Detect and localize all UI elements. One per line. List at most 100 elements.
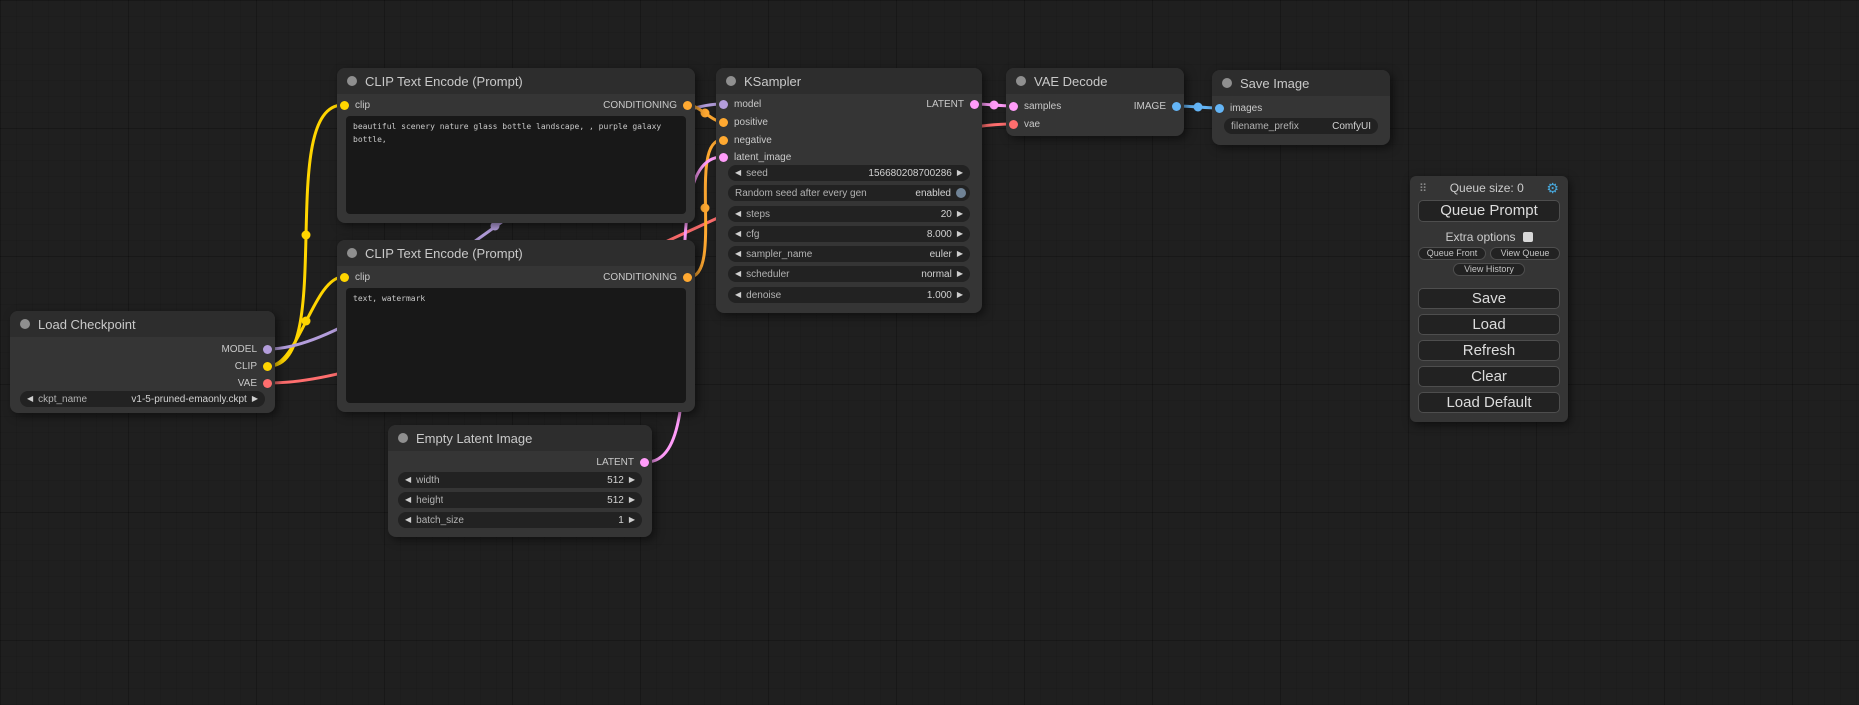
input-slot-images[interactable]: images [1215,101,1262,115]
ckpt-name-widget[interactable]: ◀ ckpt_name v1-5-pruned-emaonly.ckpt ▶ [20,391,265,407]
collapse-dot-icon[interactable] [398,433,408,443]
slot-dot-conditioning[interactable] [719,136,728,145]
collapse-dot-icon[interactable] [726,76,736,86]
slot-dot-conditioning[interactable] [683,101,692,110]
node-save-image[interactable]: Save Image images filename_prefix ComfyU… [1212,70,1390,145]
output-slot-latent[interactable]: LATENT [926,97,979,111]
input-slot-vae[interactable]: vae [1009,117,1040,131]
output-slot-conditioning[interactable]: CONDITIONING [603,98,692,112]
view-history-button[interactable]: View History [1453,263,1525,276]
node-graph-canvas[interactable]: Load Checkpoint MODEL CLIP VAE ◀ ckpt_na… [0,0,1859,705]
load-button[interactable]: Load [1418,314,1560,335]
slot-dot-model[interactable] [719,100,728,109]
slot-dot-clip[interactable] [263,362,272,371]
extra-options-checkbox[interactable] [1523,232,1533,242]
node-ksampler[interactable]: KSampler model positive negative latent_… [716,68,982,313]
decrement-arrow-icon[interactable]: ◀ [735,291,741,299]
input-slot-negative[interactable]: negative [719,133,772,147]
toggle-knob-icon[interactable] [956,188,966,198]
decrement-arrow-icon[interactable]: ◀ [405,476,411,484]
increment-arrow-icon[interactable]: ▶ [957,210,963,218]
increment-arrow-icon[interactable]: ▶ [957,230,963,238]
decrement-arrow-icon[interactable]: ◀ [405,496,411,504]
sampler-name-widget[interactable]: ◀ sampler_name euler ▶ [728,246,970,262]
filename-prefix-widget[interactable]: filename_prefix ComfyUI [1224,118,1378,134]
view-queue-button[interactable]: View Queue [1490,247,1560,260]
output-slot-clip[interactable]: CLIP [235,359,272,373]
input-slot-samples[interactable]: samples [1009,99,1061,113]
clear-button[interactable]: Clear [1418,366,1560,387]
slot-dot-clip[interactable] [340,101,349,110]
node-title-bar[interactable]: Save Image [1212,70,1390,96]
slot-dot-vae[interactable] [263,379,272,388]
denoise-widget[interactable]: ◀ denoise 1.000 ▶ [728,287,970,303]
height-widget[interactable]: ◀ height 512 ▶ [398,492,642,508]
prompt-text-area[interactable]: beautiful scenery nature glass bottle la… [346,116,686,214]
collapse-dot-icon[interactable] [347,248,357,258]
settings-gear-icon[interactable]: ⚙ [1546,181,1559,195]
refresh-button[interactable]: Refresh [1418,340,1560,361]
slot-dot-latent[interactable] [1009,102,1018,111]
decrement-arrow-icon[interactable]: ◀ [735,230,741,238]
output-slot-image[interactable]: IMAGE [1134,99,1181,113]
input-slot-clip[interactable]: clip [340,98,370,112]
decrement-arrow-icon[interactable]: ◀ [405,516,411,524]
scheduler-widget[interactable]: ◀ scheduler normal ▶ [728,266,970,282]
collapse-dot-icon[interactable] [347,76,357,86]
output-slot-vae[interactable]: VAE [238,376,272,390]
node-clip-text-encode-positive[interactable]: CLIP Text Encode (Prompt) clip CONDITION… [337,68,695,223]
increment-arrow-icon[interactable]: ▶ [629,496,635,504]
save-button[interactable]: Save [1418,288,1560,309]
node-clip-text-encode-negative[interactable]: CLIP Text Encode (Prompt) clip CONDITION… [337,240,695,412]
node-load-checkpoint[interactable]: Load Checkpoint MODEL CLIP VAE ◀ ckpt_na… [10,311,275,413]
slot-dot-image[interactable] [1215,104,1224,113]
output-slot-latent[interactable]: LATENT [596,455,649,469]
slot-dot-latent[interactable] [719,153,728,162]
collapse-dot-icon[interactable] [20,319,30,329]
drag-handle-icon[interactable]: ⠿ [1419,182,1427,195]
comfy-menu-panel[interactable]: ⠿ Queue size: 0 ⚙ Queue Prompt Extra opt… [1410,176,1568,422]
decrement-arrow-icon[interactable]: ◀ [735,270,741,278]
steps-widget[interactable]: ◀ steps 20 ▶ [728,206,970,222]
node-title-bar[interactable]: Load Checkpoint [10,311,275,337]
queue-prompt-button[interactable]: Queue Prompt [1418,200,1560,222]
increment-arrow-icon[interactable]: ▶ [629,476,635,484]
slot-dot-image[interactable] [1172,102,1181,111]
slot-dot-conditioning[interactable] [683,273,692,282]
input-slot-latent-image[interactable]: latent_image [719,150,791,164]
decrement-arrow-icon[interactable]: ◀ [27,395,33,403]
node-vae-decode[interactable]: VAE Decode samples vae IMAGE [1006,68,1184,136]
decrement-arrow-icon[interactable]: ◀ [735,210,741,218]
node-title-bar[interactable]: CLIP Text Encode (Prompt) [337,240,695,266]
increment-arrow-icon[interactable]: ▶ [957,250,963,258]
decrement-arrow-icon[interactable]: ◀ [735,169,741,177]
increment-arrow-icon[interactable]: ▶ [957,270,963,278]
cfg-widget[interactable]: ◀ cfg 8.000 ▶ [728,226,970,242]
seed-widget[interactable]: ◀ seed 156680208700286 ▶ [728,165,970,181]
input-slot-model[interactable]: model [719,97,761,111]
load-default-button[interactable]: Load Default [1418,392,1560,413]
collapse-dot-icon[interactable] [1016,76,1026,86]
node-empty-latent-image[interactable]: Empty Latent Image LATENT ◀ width 512 ▶ … [388,425,652,537]
slot-dot-vae[interactable] [1009,120,1018,129]
queue-front-button[interactable]: Queue Front [1418,247,1486,260]
node-title-bar[interactable]: VAE Decode [1006,68,1184,94]
increment-arrow-icon[interactable]: ▶ [252,395,258,403]
output-slot-model[interactable]: MODEL [221,342,272,356]
batch-size-widget[interactable]: ◀ batch_size 1 ▶ [398,512,642,528]
decrement-arrow-icon[interactable]: ◀ [735,250,741,258]
node-title-bar[interactable]: Empty Latent Image [388,425,652,451]
slot-dot-clip[interactable] [340,273,349,282]
slot-dot-latent[interactable] [640,458,649,467]
slot-dot-latent[interactable] [970,100,979,109]
increment-arrow-icon[interactable]: ▶ [957,169,963,177]
increment-arrow-icon[interactable]: ▶ [629,516,635,524]
increment-arrow-icon[interactable]: ▶ [957,291,963,299]
width-widget[interactable]: ◀ width 512 ▶ [398,472,642,488]
input-slot-clip[interactable]: clip [340,270,370,284]
collapse-dot-icon[interactable] [1222,78,1232,88]
prompt-text-area[interactable]: text, watermark [346,288,686,403]
slot-dot-conditioning[interactable] [719,118,728,127]
slot-dot-model[interactable] [263,345,272,354]
output-slot-conditioning[interactable]: CONDITIONING [603,270,692,284]
